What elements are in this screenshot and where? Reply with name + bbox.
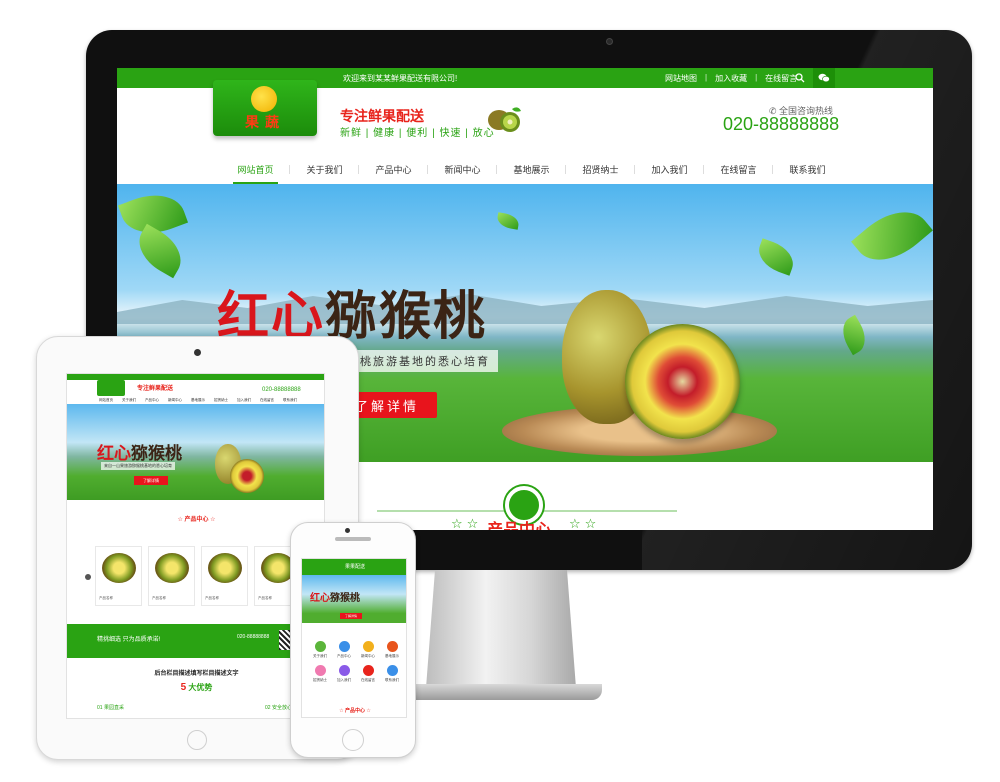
imac-stand <box>426 570 576 688</box>
leaf-decoration <box>129 223 191 279</box>
promo-bar: 精挑细选 只为品质承诺! 020-88888888 <box>67 624 324 658</box>
home-button[interactable] <box>342 729 364 751</box>
speaker-grille <box>335 537 371 541</box>
tablet-screen: 专注鲜果配送 020-88888888 网站首页 关于我们 产品中心 新闻中心 … <box>66 373 325 719</box>
nav-products[interactable]: 产品中心 <box>359 154 428 184</box>
nav-news[interactable]: 新闻中心 <box>168 398 182 403</box>
phone-screen: 果果配送 红心猕猴桃 了解详情 关于我们 产品中心 新闻中心 基地展示 招贤纳士… <box>301 558 407 718</box>
nav-base[interactable]: 基地展示 <box>191 398 205 403</box>
nav-base[interactable]: 基地展示 <box>497 154 566 184</box>
banner-title: 红心猕猴桃 <box>97 444 182 464</box>
nav-about[interactable]: 关于我们 <box>290 154 359 184</box>
jobs-icon <box>314 665 326 676</box>
banner-title: 红心猕猴桃 <box>310 593 360 604</box>
section-title-products: ☆ 产品中心 ☆ <box>339 708 371 714</box>
logo[interactable] <box>97 380 125 396</box>
promo-phone: 020-88888888 <box>237 634 270 640</box>
home-button[interactable] <box>187 730 207 750</box>
chevron-left-icon[interactable] <box>85 574 91 580</box>
advantages-heading: 5 大优势 <box>180 682 213 693</box>
logo-text: 果蔬 <box>245 114 285 130</box>
grid-item-message[interactable]: 在线留言 <box>356 665 380 683</box>
hotline-number: 020-88888888 <box>723 114 840 134</box>
nav-contact[interactable]: 联系我们 <box>773 154 842 184</box>
grid-item-news[interactable]: 新闻中心 <box>356 641 380 659</box>
top-links: 网站地图 | 加入收藏 | 在线留言 <box>665 73 798 84</box>
wechat-icon[interactable] <box>813 68 835 88</box>
nav-join[interactable]: 加入我们 <box>635 154 704 184</box>
nav-message[interactable]: 在线留言 <box>260 398 274 403</box>
camera-dot <box>606 38 613 45</box>
products-icon <box>338 641 350 652</box>
nav-products[interactable]: 产品中心 <box>145 398 159 403</box>
grid-item-contact[interactable]: 联系我们 <box>380 665 404 683</box>
slogan-subtitle: 新鲜 | 健康 | 便利 | 快速 | 放心 <box>340 128 495 139</box>
star-decoration: ☆☆ <box>569 516 601 530</box>
nav-message[interactable]: 在线留言 <box>704 154 773 184</box>
kiwi-icon <box>485 104 523 134</box>
grid-item-base[interactable]: 基地展示 <box>380 641 404 659</box>
nav-about[interactable]: 关于我们 <box>122 398 136 403</box>
star-decoration: ☆☆ <box>451 516 483 530</box>
advantage-item: 02 安全放心 <box>265 705 292 711</box>
kiwi-half-image <box>625 324 740 439</box>
section-title-products: ☆ 产品中心 ☆ <box>177 517 216 523</box>
nav-home[interactable]: 网站首页 <box>99 398 113 403</box>
news-icon <box>362 641 374 652</box>
camera-dot <box>345 528 350 533</box>
learn-more-button[interactable]: 了解详情 <box>340 613 362 619</box>
grid-item-jobs[interactable]: 招贤纳士 <box>308 665 332 683</box>
learn-more-button[interactable]: 了解详情 <box>134 476 168 485</box>
nav-news[interactable]: 新闻中心 <box>428 154 497 184</box>
camera-dot <box>194 349 201 356</box>
promo-text: 精挑细选 只为品质承诺! <box>97 637 161 643</box>
slogan-title: 专注鲜果配送 <box>137 386 174 392</box>
grid-item-about[interactable]: 关于我们 <box>308 641 332 659</box>
banner-subtitle: 猴桃旅游基地的悉心培育 <box>339 350 498 372</box>
advantage-item: 01 果园直采 <box>97 705 124 711</box>
leaf-decoration <box>753 238 799 276</box>
product-card[interactable]: 产品名称 <box>148 546 195 606</box>
nav-home[interactable]: 网站首页 <box>221 154 290 184</box>
hero-banner[interactable]: 红心猕猴桃 来自一山果旅游猕猴桃基地的悉心培育 了解详情 <box>67 404 324 500</box>
welcome-text: 欢迎来到某某鲜果配送有限公司! <box>343 74 458 83</box>
leaf-decoration <box>851 196 933 276</box>
main-nav: 网站首页 关于我们 产品中心 新闻中心 基地展示 招贤纳士 加入我们 在线留言 … <box>99 398 297 403</box>
product-card[interactable]: 产品名称 <box>95 546 142 606</box>
contact-icon <box>386 665 398 676</box>
leaf-decoration <box>495 212 521 230</box>
imac-stand-foot <box>402 684 602 700</box>
kiwi-half-image <box>230 459 264 493</box>
slogan-title: 专注鲜果配送 <box>340 108 424 124</box>
phone-header: 果果配送 <box>302 559 406 575</box>
message-icon <box>362 665 374 676</box>
base-icon <box>386 641 398 652</box>
link-favorite[interactable]: 加入收藏 <box>715 73 747 84</box>
nav-jobs[interactable]: 招贤纳士 <box>214 398 228 403</box>
section-title-products: 产品中心 <box>487 516 551 530</box>
banner-subtitle: 来自一山果旅游猕猴桃基地的悉心培育 <box>101 462 175 470</box>
hero-banner[interactable]: 红心猕猴桃 了解详情 <box>302 575 406 623</box>
nav-jobs[interactable]: 招贤纳士 <box>566 154 635 184</box>
product-card[interactable]: 产品名称 <box>201 546 248 606</box>
hotline-number: 020-88888888 <box>262 387 301 393</box>
fruit-icon <box>251 86 277 112</box>
nav-contact[interactable]: 联系我们 <box>283 398 297 403</box>
grid-item-products[interactable]: 产品中心 <box>332 641 356 659</box>
description-title: 后台栏目描述填写栏目描述文字 <box>154 671 239 677</box>
main-nav: 网站首页 关于我们 产品中心 新闻中心 基地展示 招贤纳士 加入我们 在线留言 … <box>221 154 842 184</box>
logo[interactable]: 果蔬 <box>213 80 317 136</box>
grid-item-join[interactable]: 加入我们 <box>332 665 356 683</box>
join-icon <box>338 665 350 676</box>
product-list: 产品名称 产品名称 产品名称 产品名称 <box>95 546 301 606</box>
search-icon[interactable] <box>789 68 811 88</box>
nav-join[interactable]: 加入我们 <box>237 398 251 403</box>
menu-grid: 关于我们 产品中心 新闻中心 基地展示 招贤纳士 加入我们 在线留言 联系我们 <box>308 641 404 683</box>
link-sitemap[interactable]: 网站地图 <box>665 73 697 84</box>
about-icon <box>314 641 326 652</box>
